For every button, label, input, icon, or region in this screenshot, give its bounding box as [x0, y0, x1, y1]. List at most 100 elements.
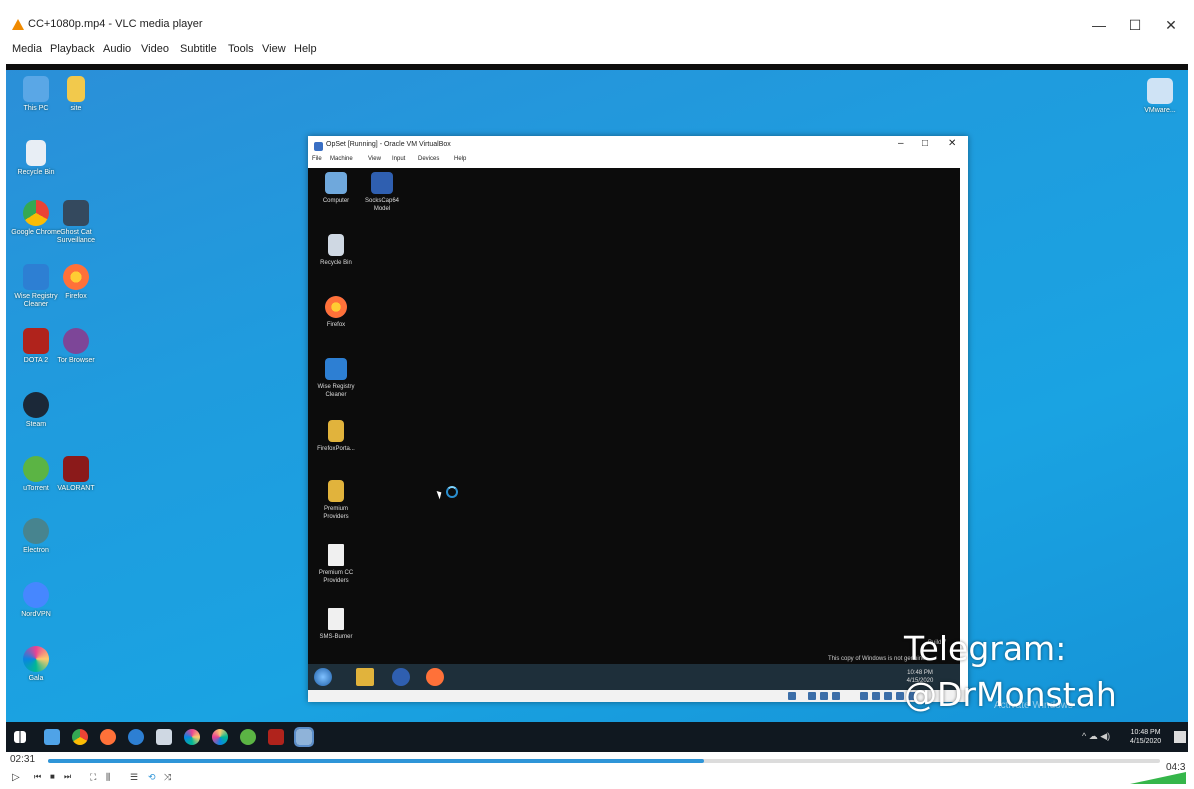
menu-tools[interactable]: Tools — [228, 43, 254, 55]
desktop-icon-gala[interactable]: Gala — [6, 646, 66, 683]
guest-taskbar: 10:48 PM 4/15/2020 — [308, 664, 960, 690]
usb-status-icon[interactable] — [860, 692, 868, 700]
vbox-minimize-button[interactable]: – — [898, 138, 904, 149]
extended-settings-icon[interactable]: ⫼ — [106, 772, 110, 783]
menu-subtitle[interactable]: Subtitle — [180, 43, 217, 55]
vbox-menu-devices[interactable]: Devices — [418, 156, 439, 162]
host-clock[interactable]: 10:48 PM 4/15/2020 — [1130, 728, 1161, 746]
close-button[interactable]: ✕ — [1156, 14, 1186, 36]
guest-icon-sockscap[interactable]: SocksCap64 Model — [358, 172, 406, 213]
system-tray[interactable]: ^ ☁ ◀) — [1082, 731, 1110, 742]
document-icon — [328, 544, 344, 566]
desktop-icon-tor[interactable]: Tor Browser — [46, 328, 106, 365]
desktop-icon-vmware[interactable]: VMware... — [1130, 78, 1188, 115]
wise-registry-icon — [325, 358, 347, 380]
guest-icon-premium-cc[interactable]: Premium CC Providers — [312, 544, 360, 585]
chrome-taskbar-icon[interactable] — [72, 729, 88, 745]
maximize-button[interactable]: ☐ — [1120, 14, 1150, 36]
guest-icon-premium-providers[interactable]: Premium Providers — [312, 480, 360, 521]
guest-icon-computer[interactable]: Computer — [312, 172, 360, 205]
hdd-status-icon[interactable] — [788, 692, 796, 700]
menu-playback[interactable]: Playback — [50, 43, 95, 55]
menu-video[interactable]: Video — [141, 43, 169, 55]
utorrent-taskbar-icon[interactable] — [240, 729, 256, 745]
desktop-icon-ghost-cat[interactable]: Ghost Cat Surveillance — [46, 200, 106, 245]
photos-taskbar-icon[interactable] — [212, 729, 228, 745]
elapsed-time: 02:31 — [10, 754, 36, 765]
shared-folder-status-icon[interactable] — [872, 692, 880, 700]
guest-icon-wise-registry[interactable]: Wise Registry Cleaner — [312, 358, 360, 399]
virtualbox-taskbar-icon[interactable] — [294, 727, 314, 747]
menu-media[interactable]: Media — [12, 43, 42, 55]
desktop-icon-firefox[interactable]: Firefox — [46, 264, 106, 301]
guest-explorer-icon[interactable] — [356, 668, 374, 686]
volume-slider[interactable] — [1130, 772, 1186, 784]
document-icon — [328, 608, 344, 630]
watermark-line1: Telegram: — [904, 629, 1067, 668]
dota-taskbar-icon[interactable] — [268, 729, 284, 745]
virtualbox-title: OpSet [Running] - Oracle VM VirtualBox — [326, 141, 451, 148]
guest-screen[interactable]: Computer SocksCap64 Model Recycle Bin Fi… — [308, 168, 960, 664]
task-view-icon[interactable] — [44, 729, 60, 745]
tor-icon — [63, 328, 89, 354]
vbox-menu-machine[interactable]: Machine — [330, 156, 353, 162]
guest-start-button[interactable] — [314, 668, 332, 686]
windows-start-icon[interactable] — [14, 731, 26, 743]
shuffle-icon[interactable]: ⤨ — [164, 772, 171, 783]
gala-taskbar-icon[interactable] — [184, 729, 200, 745]
vbox-close-button[interactable]: ✕ — [948, 138, 956, 149]
display-status-icon[interactable] — [884, 692, 892, 700]
guest-icon-label: Wise Registry Cleaner — [317, 384, 355, 398]
vbox-menu-input[interactable]: Input — [392, 156, 405, 162]
guest-icon-sms-burner[interactable]: SMS-Burner — [312, 608, 360, 641]
desktop-icon-site[interactable]: site — [46, 76, 106, 113]
menu-audio[interactable]: Audio — [103, 43, 131, 55]
ghost-cat-taskbar-icon[interactable] — [156, 729, 172, 745]
vbox-menu-view[interactable]: View — [368, 156, 381, 162]
guest-icon-label: FirefoxPorta... — [317, 446, 355, 452]
playlist-icon[interactable]: ☰ — [130, 772, 138, 783]
menu-help[interactable]: Help — [294, 43, 317, 55]
guest-icon-label: SMS-Burner — [319, 634, 353, 640]
vbox-menu-help[interactable]: Help — [454, 156, 466, 162]
host-clock-time: 10:48 PM — [1130, 729, 1161, 736]
guest-icon-label: SocksCap64 Model — [364, 198, 400, 212]
desktop-icon-electron[interactable]: Electron — [6, 518, 66, 555]
vbox-maximize-button[interactable]: □ — [922, 138, 928, 149]
fullscreen-icon[interactable]: ⛶ — [90, 772, 96, 783]
recording-status-icon[interactable] — [896, 692, 904, 700]
desktop-icon-steam[interactable]: Steam — [6, 392, 66, 429]
notification-icon[interactable] — [1174, 731, 1186, 743]
seek-bar[interactable] — [48, 759, 1160, 763]
guest-icon-firefox-portable[interactable]: FirefoxPorta... — [312, 420, 360, 453]
desktop-icon-recycle-bin[interactable]: Recycle Bin — [6, 140, 66, 177]
firefox-taskbar-icon[interactable] — [100, 729, 116, 745]
loop-icon[interactable]: ⟲ — [148, 772, 156, 783]
minimize-button[interactable]: — — [1084, 14, 1114, 36]
recycle-bin-icon — [328, 234, 344, 256]
guest-firefox-icon[interactable] — [426, 668, 444, 686]
nordvpn-taskbar-icon[interactable] — [128, 729, 144, 745]
folder-icon — [328, 480, 344, 502]
video-area[interactable]: This PC site Recycle Bin Google Chrome G… — [6, 64, 1188, 752]
desktop-icon-nordvpn[interactable]: NordVPN — [6, 582, 66, 619]
previous-icon[interactable]: ⏮ — [34, 772, 41, 782]
play-icon[interactable]: ▷ — [12, 772, 20, 783]
player-controls: 02:31 04:3 ▷ ⏮ ■ ⏭ ⛶ ⫼ ☰ ⟲ ⤨ — [6, 752, 1188, 786]
vbox-menu-file[interactable]: File — [312, 156, 322, 162]
desktop-icon-valorant[interactable]: VALORANT — [46, 456, 106, 493]
desktop-icon-label: Gala — [28, 675, 44, 682]
vlc-cone-icon — [12, 19, 24, 30]
audio-status-icon[interactable] — [820, 692, 828, 700]
title-bar[interactable]: CC+1080p.mp4 - VLC media player — ☐ ✕ — [6, 10, 1188, 40]
stop-icon[interactable]: ■ — [50, 772, 55, 781]
guest-icon-firefox[interactable]: Firefox — [312, 296, 360, 329]
loading-spinner-icon — [446, 486, 458, 498]
guest-sockscap-icon[interactable] — [392, 668, 410, 686]
virtualbox-window[interactable]: OpSet [Running] - Oracle VM VirtualBox –… — [308, 136, 968, 702]
next-icon[interactable]: ⏭ — [64, 772, 71, 782]
network-status-icon[interactable] — [832, 692, 840, 700]
menu-view[interactable]: View — [262, 43, 286, 55]
guest-icon-recycle-bin[interactable]: Recycle Bin — [312, 234, 360, 267]
optical-status-icon[interactable] — [808, 692, 816, 700]
